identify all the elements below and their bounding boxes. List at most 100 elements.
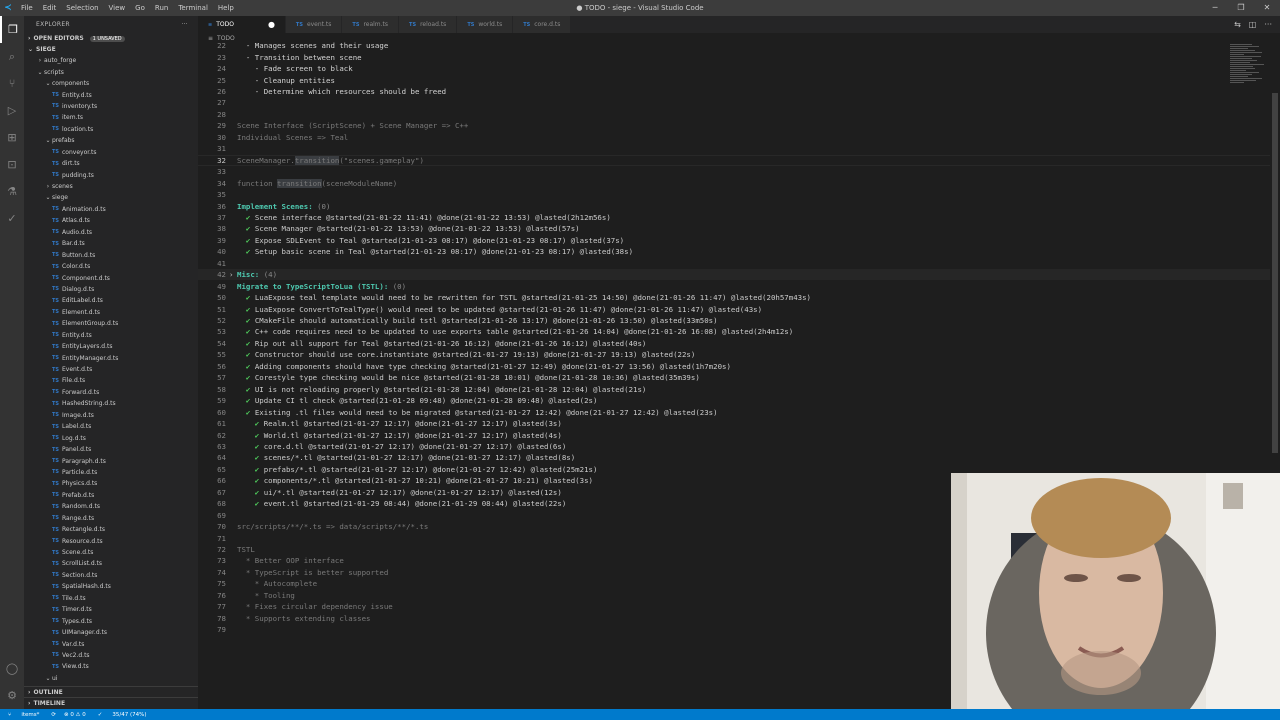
code-line[interactable]: 59 ✔ Update CI tl check @started(21-01-2… (198, 395, 1280, 406)
code-line[interactable]: 58 ✔ UI is not reloading properly @start… (198, 384, 1280, 395)
menu-item-go[interactable]: Go (130, 4, 150, 12)
restore-icon[interactable]: ❐ (1228, 0, 1254, 16)
scrollbar-thumb[interactable] (1272, 93, 1278, 453)
menu-item-run[interactable]: Run (150, 4, 173, 12)
tree-file[interactable]: TS Audio.d.ts (24, 227, 198, 238)
tree-file[interactable]: TS HashedString.d.ts (24, 398, 198, 409)
tree-file[interactable]: TS Vec2.d.ts (24, 650, 198, 661)
tree-folder[interactable]: ⌄ siege (24, 192, 198, 203)
timeline-section[interactable]: › TIMELINE (24, 697, 198, 708)
tree-file[interactable]: TS Timer.d.ts (24, 604, 198, 615)
outline-section[interactable]: › OUTLINE (24, 686, 198, 697)
code-line[interactable]: 29 Scene Interface (ScriptScene) + Scene … (198, 120, 1280, 131)
code-line[interactable]: 31 (198, 143, 1280, 154)
tree-file[interactable]: TS Types.d.ts (24, 615, 198, 626)
code-line[interactable]: 62 ✔ World.tl @started(21-01-27 12:17) @… (198, 429, 1280, 440)
tree-file[interactable]: TS File.d.ts (24, 375, 198, 386)
tree-file[interactable]: TS inventory.ts (24, 101, 198, 112)
minimap[interactable] (1230, 44, 1266, 92)
code-line[interactable]: 24 - Fade screen to black (198, 63, 1280, 74)
menu-item-edit[interactable]: Edit (38, 4, 62, 12)
code-line[interactable]: 28 (198, 109, 1280, 120)
code-line[interactable]: 38 ✔ Scene Manager @started(21-01-22 13:… (198, 223, 1280, 234)
tree-file[interactable]: TS Var.d.ts (24, 638, 198, 649)
tree-file[interactable]: TS Image.d.ts (24, 410, 198, 421)
code-line[interactable]: 57 ✔ Corestyle type checking would be ni… (198, 372, 1280, 383)
tree-file[interactable]: TS Label.d.ts (24, 421, 198, 432)
tab-todo[interactable]: ≡ TODO ● (198, 16, 286, 33)
code-line[interactable]: 55 ✔ Constructor should use core.instant… (198, 349, 1280, 360)
tree-file[interactable]: TS Atlas.d.ts (24, 215, 198, 226)
fold-chevron-icon[interactable]: › (229, 270, 233, 279)
tab-world-ts[interactable]: TS world.ts (457, 16, 514, 33)
code-line[interactable]: 54 ✔ Rip out all support for Teal @start… (198, 338, 1280, 349)
tree-file[interactable]: TS ScrollList.d.ts (24, 558, 198, 569)
minimize-icon[interactable]: ─ (1202, 0, 1228, 16)
tree-folder[interactable]: ⌄ ui (24, 673, 198, 684)
tab-event-ts[interactable]: TS event.ts (285, 16, 343, 33)
more-actions-icon[interactable]: ··· (1264, 20, 1272, 29)
tree-file[interactable]: TS Animation.d.ts (24, 204, 198, 215)
tree-folder[interactable]: ⌄ components (24, 78, 198, 89)
open-changes-icon[interactable]: ⇆ (1234, 20, 1241, 29)
tree-file[interactable]: TS item.ts (24, 112, 198, 123)
todo-progress[interactable]: ✓ 35/47 (74%) (90, 712, 155, 718)
code-line[interactable]: 56 ✔ Adding components should have type … (198, 361, 1280, 372)
tree-file[interactable]: TS dirt.ts (24, 158, 198, 169)
code-line[interactable]: 64 ✔ scenes/*.tl @started(21-01-27 12:17… (198, 452, 1280, 463)
todo-check-icon[interactable]: ✓ (0, 205, 24, 232)
more-actions-icon[interactable]: ··· (181, 21, 188, 28)
tree-file[interactable]: TS EntityManager.d.ts (24, 352, 198, 363)
source-control-icon[interactable]: ⑂ (0, 70, 24, 97)
code-line[interactable]: 35 (198, 189, 1280, 200)
code-line[interactable]: 30 Individual Scenes => Teal (198, 132, 1280, 143)
tree-file[interactable]: TS EntityLayers.d.ts (24, 341, 198, 352)
tree-file[interactable]: TS Color.d.ts (24, 261, 198, 272)
tree-file[interactable]: TS EditLabel.d.ts (24, 295, 198, 306)
split-editor-icon[interactable]: ◫ (1249, 20, 1257, 29)
menu-item-help[interactable]: Help (213, 4, 239, 12)
code-line[interactable]: 52 ✔ CMakeFile should automatically buil… (198, 315, 1280, 326)
code-line[interactable]: 37 ✔ Scene interface @started(21-01-22 1… (198, 212, 1280, 223)
menu-item-terminal[interactable]: Terminal (173, 4, 213, 12)
tree-file[interactable]: TS UIManager.d.ts (24, 627, 198, 638)
tree-file[interactable]: TS Scene.d.ts (24, 547, 198, 558)
tree-file[interactable]: TS Element.d.ts (24, 307, 198, 318)
code-line[interactable]: 49 Migrate to TypeScriptToLua (TSTL): (0) (198, 280, 1280, 291)
tree-folder[interactable]: › auto_forge (24, 55, 198, 66)
code-line[interactable]: 34 function transition(sceneModuleName) (198, 177, 1280, 188)
code-line[interactable]: 26 - Determine which resources should be… (198, 86, 1280, 97)
sync-icon[interactable]: ⟳ (47, 712, 60, 718)
code-line[interactable]: 25 - Cleanup entities (198, 74, 1280, 85)
tree-file[interactable]: TS location.ts (24, 124, 198, 135)
code-line[interactable]: 36 Implement Scenes: (0) (198, 200, 1280, 211)
open-editors-section[interactable]: › OPEN EDITORS 1 UNSAVED (24, 33, 198, 44)
tree-file[interactable]: TS Button.d.ts (24, 249, 198, 260)
code-line[interactable]: 41 (198, 258, 1280, 269)
tree-file[interactable]: TS Rectangle.d.ts (24, 524, 198, 535)
remote-explorer-icon[interactable]: ⊡ (0, 151, 24, 178)
tree-file[interactable]: TS Random.d.ts (24, 501, 198, 512)
tree-file[interactable]: TS Range.d.ts (24, 513, 198, 524)
tree-file[interactable]: TS Physics.d.ts (24, 478, 198, 489)
tree-folder[interactable]: › scenes (24, 181, 198, 192)
tree-file[interactable]: TS Panel.d.ts (24, 444, 198, 455)
tree-file[interactable]: TS ElementGroup.d.ts (24, 318, 198, 329)
menu-item-file[interactable]: File (16, 4, 38, 12)
code-line[interactable]: 27 (198, 97, 1280, 108)
search-icon[interactable]: ⌕ (0, 43, 24, 70)
tree-file[interactable]: TS pudding.ts (24, 169, 198, 180)
tree-file[interactable]: TS Log.d.ts (24, 432, 198, 443)
code-line[interactable]: 22 - Manages scenes and their usage (198, 40, 1280, 51)
code-line[interactable]: 39 ✔ Expose SDLEvent to Teal @started(21… (198, 235, 1280, 246)
branch-status[interactable]: ⑂ items* (0, 712, 47, 718)
tab-reload-ts[interactable]: TS reload.ts (399, 16, 458, 33)
explorer-icon[interactable]: ❐ (0, 16, 24, 43)
tree-file[interactable]: TS Bar.d.ts (24, 238, 198, 249)
tab-core-d-ts[interactable]: TS core.d.ts (513, 16, 572, 33)
tree-file[interactable]: TS SpatialHash.d.ts (24, 581, 198, 592)
unsaved-dot-icon[interactable]: ● (268, 20, 275, 29)
code-line[interactable]: 23 - Transition between scene (198, 51, 1280, 62)
code-line[interactable]: 51 ✔ LuaExpose ConvertToTealType() would… (198, 303, 1280, 314)
tree-file[interactable]: TS Entity.d.ts (24, 89, 198, 100)
